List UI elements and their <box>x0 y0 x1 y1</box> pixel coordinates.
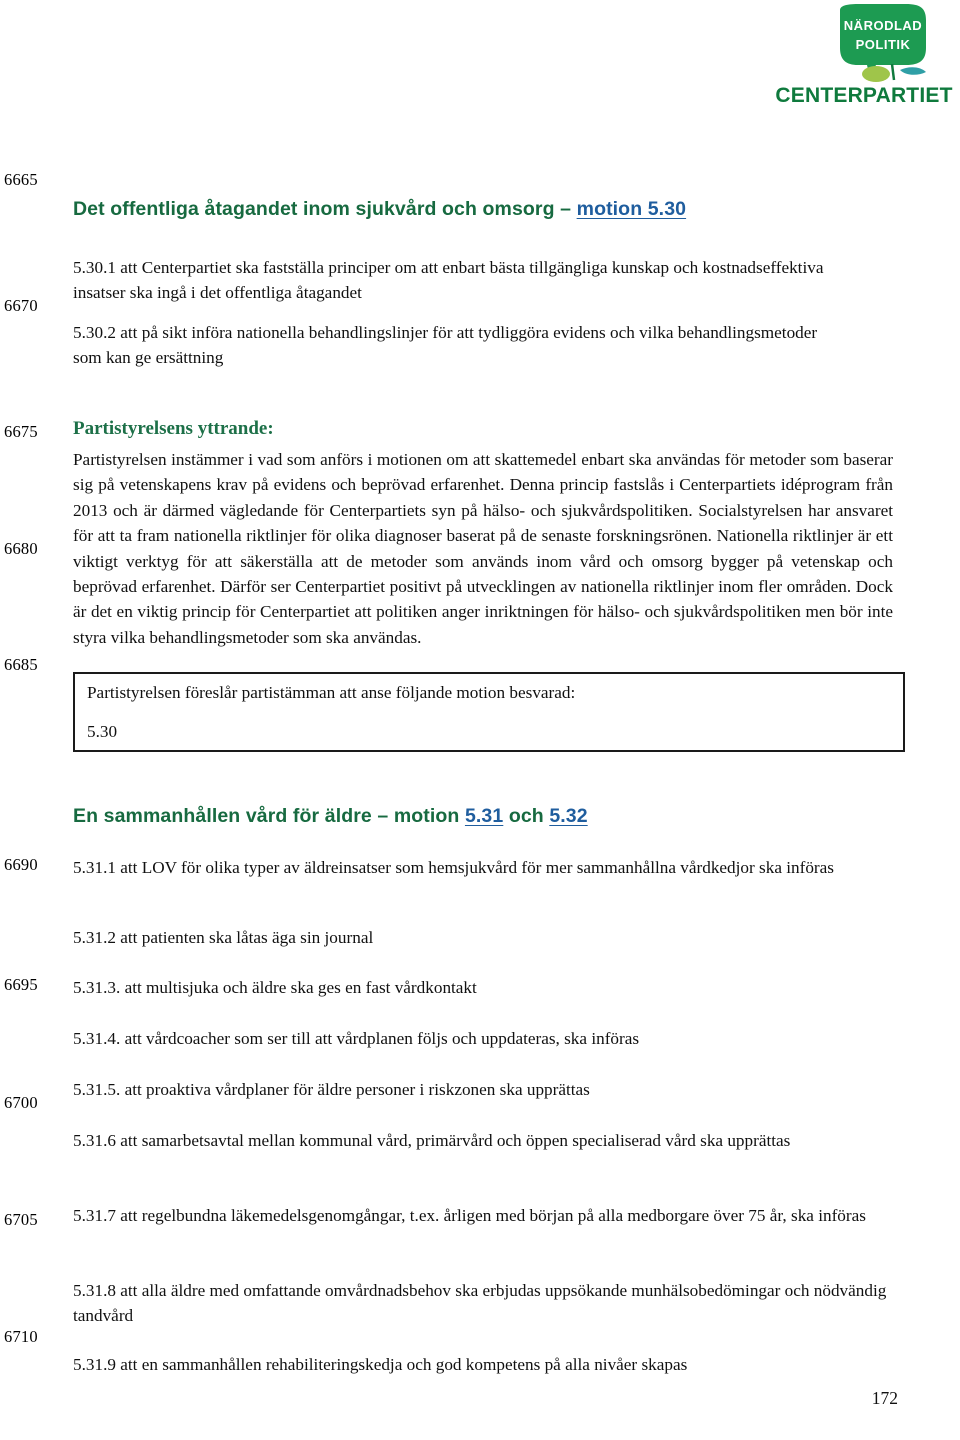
clause-5-31-9: 5.31.9 att en sammanhållen rehabiliterin… <box>73 1355 688 1374</box>
line-number: 6705 <box>4 1210 38 1229</box>
statement-heading: Partistyrelsens yttrande: <box>73 418 274 439</box>
line-number: 6695 <box>4 975 38 994</box>
line-number: 6685 <box>4 655 38 674</box>
clause-5-30-1: 5.30.1 att Centerpartiet ska fastställa … <box>73 258 824 303</box>
logo-icon: NÄRODLAD POLITIK CENTERPARTIET <box>775 4 952 107</box>
section-heading-2-text: En sammanhållen vård för äldre – motion <box>73 805 465 827</box>
clause-5-31-8: 5.31.8 att alla äldre med omfattande omv… <box>73 1281 887 1326</box>
section-heading-1: Det offentliga åtagandet inom sjukvård o… <box>73 198 905 221</box>
statement-body: Partistyrelsen instämmer i vad som anför… <box>73 450 893 647</box>
centerpartiet-logo: NÄRODLAD POLITIK CENTERPARTIET <box>774 4 954 108</box>
line-number: 6675 <box>4 422 38 441</box>
line-number: 6665 <box>4 170 38 189</box>
motion-link-5-31[interactable]: 5.31 <box>465 805 503 827</box>
clause-5-31-1: 5.31.1 att LOV för olika typer av äldrei… <box>73 858 834 877</box>
motion-link-5-32[interactable]: 5.32 <box>549 805 587 827</box>
line-number: 6690 <box>4 855 38 874</box>
proposal-text: Partistyrelsen föreslår partistämman att… <box>87 683 576 702</box>
clause-5-31-3: 5.31.3. att multisjuka och äldre ska ges… <box>73 978 477 997</box>
logo-stem <box>890 63 896 81</box>
document-page: NÄRODLAD POLITIK CENTERPARTIET 6665 6670… <box>0 0 960 1440</box>
section-heading-2: En sammanhållen vård för äldre – motion … <box>73 805 905 828</box>
section-heading-2-conj: och <box>503 805 550 827</box>
line-number: 6710 <box>4 1327 38 1346</box>
logo-wordmark: CENTERPARTIET <box>775 84 952 107</box>
clause-5-31-2: 5.31.2 att patienten ska låtas äga sin j… <box>73 928 374 947</box>
section-heading-1-text: Det offentliga åtagandet inom sjukvård o… <box>73 198 577 220</box>
logo-bubble-line1: NÄRODLAD <box>844 18 922 33</box>
logo-leaf <box>862 66 890 82</box>
clause-5-31-5: 5.31.5. att proaktiva vårdplaner för äld… <box>73 1080 590 1099</box>
motion-link-5-30[interactable]: motion 5.30 <box>577 198 686 220</box>
proposal-box: Partistyrelsen föreslår partistämman att… <box>73 672 905 752</box>
line-number: 6680 <box>4 539 38 558</box>
clause-5-31-4: 5.31.4. att vårdcoacher som ser till att… <box>73 1029 640 1048</box>
line-number: 6670 <box>4 296 38 315</box>
clause-5-31-6: 5.31.6 att samarbetsavtal mellan kommuna… <box>73 1131 791 1150</box>
clause-5-31-7: 5.31.7 att regelbundna läkemedelsgenomgå… <box>73 1206 866 1225</box>
logo-swoosh <box>900 67 926 75</box>
proposal-reference: 5.30 <box>87 722 118 741</box>
page-number: 172 <box>871 1388 898 1408</box>
clause-5-30-2: 5.30.2 att på sikt införa nationella beh… <box>73 323 818 368</box>
logo-bubble-line2: POLITIK <box>856 37 911 52</box>
line-number: 6700 <box>4 1093 38 1112</box>
